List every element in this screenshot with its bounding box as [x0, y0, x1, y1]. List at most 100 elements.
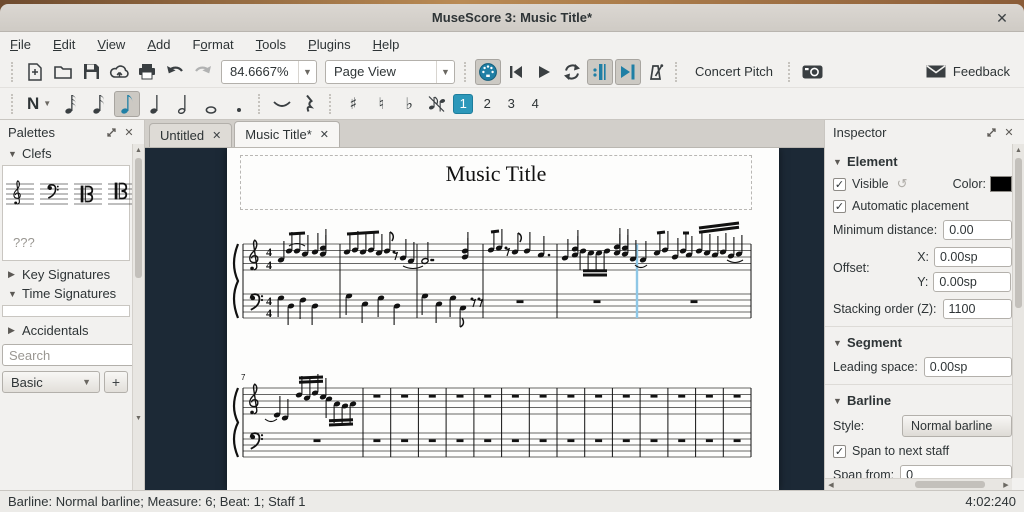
- automatic-placement-checkbox[interactable]: ✓: [833, 200, 846, 213]
- note-whole-button[interactable]: [198, 91, 224, 117]
- palette-clef-alto[interactable]: [73, 172, 103, 221]
- palettes-scrollbar[interactable]: ▲ ▼: [132, 144, 144, 490]
- toolbar-drag-handle[interactable]: [258, 94, 263, 114]
- rewind-button[interactable]: [503, 59, 529, 85]
- color-swatch[interactable]: [990, 176, 1012, 192]
- palette-section-time-signatures[interactable]: ▼ Time Signatures: [0, 284, 132, 303]
- element-section-header[interactable]: ▼ Element: [833, 154, 1012, 169]
- float-panel-icon[interactable]: [984, 125, 998, 139]
- score-page[interactable]: Music Title 44447: [227, 148, 779, 490]
- toolbar-drag-handle[interactable]: [788, 62, 793, 82]
- scroll-up-icon[interactable]: ▲: [133, 144, 144, 156]
- menu-edit[interactable]: Edit: [53, 37, 75, 52]
- tab-untitled[interactable]: Untitled ✕: [149, 123, 232, 147]
- tab-close-icon[interactable]: ✕: [320, 128, 329, 141]
- redo-button[interactable]: [190, 59, 216, 85]
- stacking-order-field[interactable]: 1100: [943, 299, 1012, 319]
- undo-button[interactable]: [162, 59, 188, 85]
- flip-direction-button[interactable]: [424, 91, 450, 117]
- minimum-distance-field[interactable]: 0.00: [943, 220, 1012, 240]
- augmentation-dot-button[interactable]: [226, 91, 252, 117]
- palette-preset-combo[interactable]: Basic ▼: [2, 371, 100, 393]
- new-score-button[interactable]: [22, 59, 48, 85]
- open-file-button[interactable]: [50, 59, 76, 85]
- menu-format[interactable]: Format: [192, 37, 233, 52]
- inspector-vertical-scrollbar[interactable]: ▲: [1012, 144, 1024, 478]
- flat-button[interactable]: ♭: [396, 91, 422, 117]
- float-panel-icon[interactable]: [104, 125, 118, 139]
- note-input-button[interactable]: N ▼: [22, 91, 56, 117]
- tie-button[interactable]: [269, 91, 295, 117]
- screenshot-button[interactable]: [799, 59, 825, 85]
- palette-section-clefs[interactable]: ▼ Clefs: [0, 144, 132, 163]
- midi-input-toggle[interactable]: [475, 59, 501, 85]
- menu-add[interactable]: Add: [147, 37, 170, 52]
- offset-y-field[interactable]: 0.00sp: [933, 272, 1011, 292]
- tab-close-icon[interactable]: ✕: [212, 129, 221, 142]
- voice-3-button[interactable]: 3: [501, 94, 521, 114]
- close-panel-icon[interactable]: ✕: [1002, 125, 1016, 139]
- palette-clef-bass[interactable]: [39, 172, 69, 221]
- voice-2-button[interactable]: 2: [477, 94, 497, 114]
- note-half-button[interactable]: [170, 91, 196, 117]
- menu-plugins[interactable]: Plugins: [308, 37, 351, 52]
- chevron-down-icon[interactable]: ▼: [43, 99, 51, 108]
- chevron-down-icon[interactable]: ▼: [436, 61, 454, 83]
- save-button[interactable]: [78, 59, 104, 85]
- palette-search-input[interactable]: [2, 344, 132, 366]
- menu-tools[interactable]: Tools: [256, 37, 286, 52]
- pan-score-toggle[interactable]: [615, 59, 641, 85]
- segment-section-header[interactable]: ▼ Segment: [833, 335, 1012, 350]
- scroll-down-icon[interactable]: ▼: [133, 412, 144, 424]
- save-online-button[interactable]: [106, 59, 132, 85]
- palette-section-accidentals[interactable]: ▶ Accidentals: [0, 321, 132, 340]
- voice-1-button[interactable]: 1: [453, 94, 473, 114]
- voice-4-button[interactable]: 4: [525, 94, 545, 114]
- note-quarter-button[interactable]: [142, 91, 168, 117]
- window-close-button[interactable]: ✕: [992, 8, 1012, 28]
- chevron-down-icon[interactable]: ▼: [298, 61, 316, 83]
- loop-playback-button[interactable]: [559, 59, 585, 85]
- span-from-field[interactable]: 0: [900, 465, 1012, 478]
- view-mode-combo[interactable]: Page View ▼: [325, 60, 455, 84]
- play-repeats-toggle[interactable]: [587, 59, 613, 85]
- close-panel-icon[interactable]: ✕: [122, 125, 136, 139]
- rest-button[interactable]: [297, 91, 323, 117]
- play-button[interactable]: [531, 59, 557, 85]
- score-canvas[interactable]: Music Title 44447: [145, 148, 824, 490]
- toolbar-drag-handle[interactable]: [675, 62, 680, 82]
- note-32nd-button[interactable]: [58, 91, 84, 117]
- palette-section-key-signatures[interactable]: ▶ Key Signatures: [0, 265, 132, 284]
- palette-clef-tenor[interactable]: [107, 172, 132, 221]
- inspector-horizontal-scrollbar[interactable]: ◀ ▶: [825, 478, 1012, 490]
- toolbar-drag-handle[interactable]: [329, 94, 334, 114]
- barline-style-dropdown[interactable]: Normal barline: [902, 415, 1012, 437]
- palette-clef-treble[interactable]: [5, 172, 35, 221]
- reset-icon[interactable]: ↺: [897, 176, 908, 192]
- music-notation[interactable]: 44447: [227, 148, 779, 490]
- scroll-up-icon[interactable]: ▲: [1013, 144, 1024, 156]
- visible-checkbox[interactable]: ✓: [833, 178, 846, 191]
- menu-view[interactable]: View: [97, 37, 125, 52]
- toolbar-drag-handle[interactable]: [11, 62, 16, 82]
- toolbar-drag-handle[interactable]: [464, 62, 469, 82]
- zoom-combo[interactable]: 84.6667% ▼: [221, 60, 317, 84]
- sharp-button[interactable]: ♯: [340, 91, 366, 117]
- note-8th-button[interactable]: [114, 91, 140, 117]
- natural-button[interactable]: ♮: [368, 91, 394, 117]
- tab-music-title[interactable]: Music Title* ✕: [234, 121, 340, 147]
- barline-section-header[interactable]: ▼ Barline: [833, 393, 1012, 408]
- title-bar[interactable]: MuseScore 3: Music Title* ✕: [0, 4, 1024, 32]
- menu-help[interactable]: Help: [373, 37, 400, 52]
- metronome-button[interactable]: [643, 59, 669, 85]
- note-16th-button[interactable]: [86, 91, 112, 117]
- toolbar-drag-handle[interactable]: [11, 94, 16, 114]
- offset-x-field[interactable]: 0.00sp: [934, 247, 1012, 267]
- menu-file[interactable]: File: [10, 37, 31, 52]
- feedback-button[interactable]: Feedback: [919, 59, 1017, 85]
- span-to-next-staff-checkbox[interactable]: ✓: [833, 445, 846, 458]
- print-button[interactable]: [134, 59, 160, 85]
- leading-space-field[interactable]: 0.00sp: [924, 357, 1012, 377]
- add-palette-button[interactable]: +: [104, 371, 128, 393]
- concert-pitch-button[interactable]: Concert Pitch: [685, 64, 783, 79]
